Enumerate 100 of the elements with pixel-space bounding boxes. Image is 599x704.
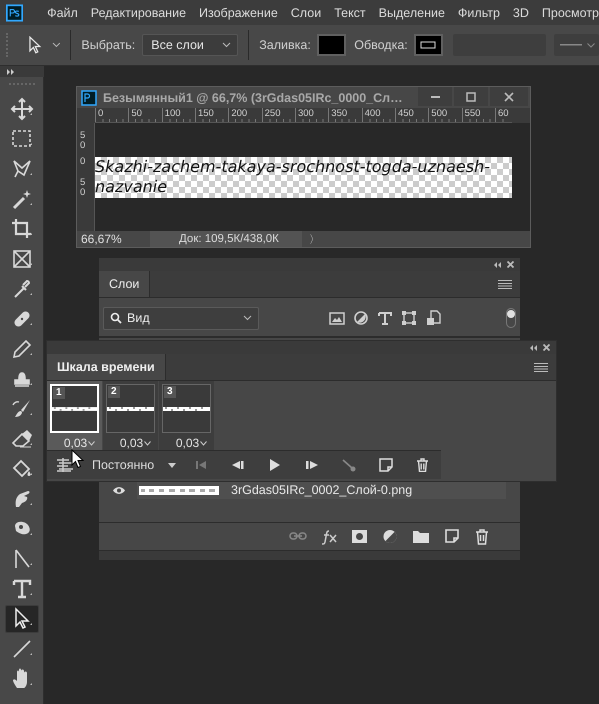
minimize-icon — [430, 96, 440, 98]
expand-icon[interactable] — [6, 68, 14, 74]
caret-icon — [222, 42, 232, 48]
stroke-swatch[interactable] — [414, 34, 444, 56]
canvas-text: Skazhi-zachem-takaya-srochnost-togda-uznaesh- — [95, 157, 492, 177]
close-button[interactable] — [490, 87, 528, 106]
caret-icon — [586, 42, 595, 48]
menu-item[interactable]: Просмотр — [542, 6, 599, 20]
comet-icon — [342, 458, 356, 472]
ruler-label: 50 — [80, 178, 86, 198]
type-filter-icon[interactable] — [377, 310, 393, 326]
new-frame-icon — [378, 458, 393, 472]
minimize-button[interactable] — [418, 87, 452, 106]
close-icon[interactable] — [543, 344, 550, 351]
next-frame-icon — [304, 458, 319, 472]
maximize-button[interactable] — [454, 87, 488, 106]
frame-delay[interactable]: 0,03 — [176, 436, 200, 450]
menu-item[interactable]: Слои — [290, 6, 322, 20]
animation-frame[interactable]: 1 0,03 — [47, 381, 102, 450]
folder-icon — [412, 528, 430, 545]
ruler-label: 0 — [80, 157, 86, 167]
frame-thumbnail — [107, 406, 154, 410]
status-menu-caret[interactable]: 〉 — [308, 232, 320, 246]
play-icon — [268, 458, 281, 472]
frame-thumbnail — [52, 406, 97, 410]
ruler-label: 60 — [494, 108, 507, 122]
ruler-label: 300 — [294, 108, 328, 122]
layer-name: 3rGdas05IRc_0002_Слой-0.png — [231, 483, 412, 497]
fill-swatch[interactable] — [316, 34, 346, 56]
caret-icon — [200, 440, 208, 446]
canvas-text: nazvanie — [95, 177, 168, 197]
shape-filter-icon[interactable] — [401, 310, 417, 326]
menu-item[interactable]: Файл — [47, 6, 78, 20]
window-title: Безымянный1 @ 66,7% (3rGdas05IRc_0000_Сл… — [103, 90, 404, 104]
close-icon — [504, 92, 514, 102]
loop-value: Постоянно — [92, 458, 154, 472]
menu-item[interactable]: Текст — [334, 6, 366, 20]
animation-frame[interactable]: 2 0,03 — [103, 381, 158, 450]
layer-row[interactable]: 3rGdas05IRc_0002_Слой-0.png — [137, 481, 506, 499]
caret-icon — [243, 315, 252, 321]
ps-logo-icon — [6, 2, 24, 22]
ruler-label: 0 — [95, 108, 128, 122]
close-icon[interactable] — [507, 261, 514, 268]
half-circle-icon — [382, 528, 398, 545]
select-label: Выбрать: — [81, 38, 136, 52]
caret-icon[interactable] — [52, 42, 60, 48]
filter-value: Вид — [127, 311, 151, 325]
arrow-tool[interactable] — [4, 605, 38, 633]
dropdown-value: Все слои — [151, 38, 204, 52]
folder-button[interactable] — [412, 528, 430, 545]
trash-button[interactable] — [474, 528, 490, 545]
frame-number: 2 — [108, 386, 120, 398]
filter-dropdown[interactable]: Вид — [103, 306, 259, 330]
mask-button[interactable] — [351, 528, 368, 545]
document-filter-icon[interactable] — [425, 310, 441, 326]
image-filter-icon[interactable] — [329, 310, 345, 326]
panel-tab[interactable]: Шкала времени — [47, 354, 166, 380]
menu-item[interactable]: Фильтр — [458, 6, 500, 20]
frame-thumbnail — [163, 406, 210, 410]
eye-icon[interactable] — [112, 486, 126, 494]
half-circle-button[interactable] — [382, 528, 398, 545]
collapse-icon[interactable] — [529, 344, 537, 350]
frame-number: 3 — [164, 386, 176, 398]
caret-icon — [88, 440, 96, 446]
layer-select-dropdown[interactable]: Все слои — [142, 34, 238, 56]
ruler-label: 50 — [80, 131, 86, 151]
previous-frame-icon — [230, 458, 245, 472]
menu-icon[interactable] — [534, 362, 548, 372]
filter-toggle[interactable] — [506, 308, 516, 328]
video-timeline-icon — [56, 458, 74, 472]
menu-item[interactable]: 3D — [512, 6, 529, 20]
ruler-label: 450 — [394, 108, 428, 122]
frame-delay[interactable]: 0,03 — [64, 436, 88, 450]
half-circle-icon[interactable] — [353, 310, 369, 326]
panel-tab[interactable]: Слои — [99, 271, 150, 297]
caret-icon — [144, 440, 152, 446]
maximize-icon — [466, 92, 476, 102]
trash-icon — [474, 528, 490, 545]
loop-dropdown[interactable]: Постоянно — [84, 458, 182, 472]
new-layer-icon — [444, 528, 460, 545]
menu-item[interactable]: Выделение — [378, 6, 445, 20]
stroke-icon — [420, 41, 436, 49]
line-icon — [560, 44, 582, 46]
menu-item[interactable]: Редактирование — [90, 6, 186, 20]
stroke-label: Обводка: — [354, 38, 408, 52]
fx-button[interactable] — [321, 528, 337, 545]
menu-item[interactable]: Изображение — [199, 6, 278, 20]
move-icon — [10, 97, 34, 121]
mask-icon — [351, 528, 368, 545]
ruler-label: 150 — [194, 108, 228, 122]
document-size: Док: 109,5К/438,0К — [179, 233, 279, 245]
new-layer-button[interactable] — [444, 528, 460, 545]
ps-logo-icon — [81, 90, 97, 106]
arrow-icon — [28, 36, 42, 54]
menu-icon[interactable] — [498, 280, 512, 288]
frame-delay[interactable]: 0,03 — [120, 436, 144, 450]
animation-frame[interactable]: 3 0,03 — [159, 381, 214, 450]
frame-number: 1 — [53, 387, 65, 399]
search-icon — [110, 312, 122, 324]
collapse-icon[interactable] — [493, 262, 501, 268]
